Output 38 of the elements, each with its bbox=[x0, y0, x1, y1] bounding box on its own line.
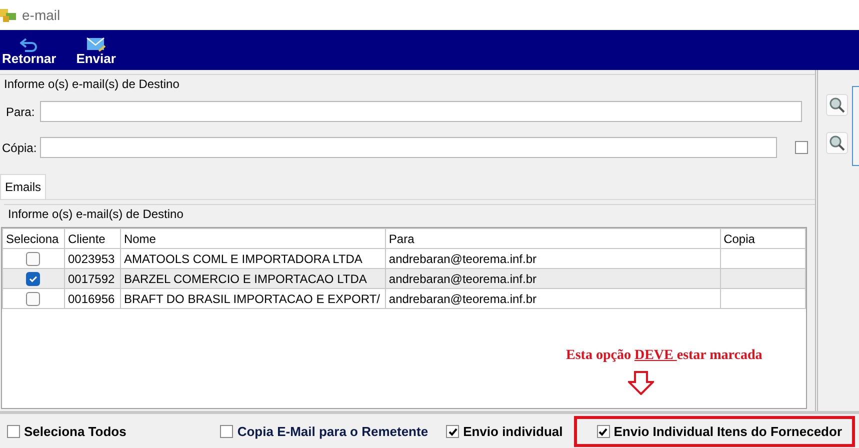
table-cell: BRAFT DO BRASIL IMPORTACAO E EXPORT/ bbox=[120, 288, 386, 308]
option-checkbox[interactable]: Copia E-Mail para o Remetente bbox=[213, 416, 436, 446]
column-header: Nome bbox=[120, 228, 386, 248]
search-button[interactable] bbox=[826, 94, 848, 116]
field-label: Cópia: bbox=[2, 140, 36, 156]
checkbox[interactable] bbox=[795, 141, 808, 154]
back-button[interactable]: Retornar bbox=[0, 36, 58, 66]
column-header: Cliente bbox=[64, 228, 120, 248]
back-arrow-icon bbox=[20, 38, 38, 52]
column-header: Seleciona bbox=[2, 228, 64, 248]
search-icon bbox=[829, 135, 845, 151]
send-button[interactable]: Enviar bbox=[74, 34, 118, 66]
search-icon bbox=[829, 97, 845, 113]
option-checkbox[interactable]: Seleciona Todos bbox=[0, 416, 134, 446]
down-arrow-icon bbox=[628, 371, 654, 395]
tab[interactable]: Emails bbox=[0, 174, 46, 199]
checkbox[interactable] bbox=[26, 272, 40, 286]
column-header: Copia bbox=[720, 228, 806, 248]
to-field[interactable] bbox=[40, 101, 802, 122]
field-label: Para: bbox=[6, 104, 36, 120]
checkbox[interactable] bbox=[26, 292, 40, 306]
annotation-text: Esta opção DEVE estar marcada bbox=[566, 347, 762, 365]
window-title: e-mail bbox=[22, 6, 60, 24]
table-cell: BARZEL COMERCIO E IMPORTACAO LTDA bbox=[120, 268, 386, 288]
checkbox[interactable] bbox=[26, 252, 40, 266]
table-cell: andrebaran@teorema.inf.br bbox=[385, 268, 720, 288]
check-icon bbox=[448, 426, 458, 436]
option-checkbox[interactable]: Envio individual bbox=[439, 416, 570, 446]
table-cell: 0016956 bbox=[64, 288, 120, 308]
envelope-icon bbox=[86, 36, 106, 52]
table-cell: 0017592 bbox=[64, 268, 120, 288]
column-header: Para bbox=[385, 228, 720, 248]
option-checkbox[interactable]: Envio Individual Itens do Fornecedor bbox=[574, 416, 855, 448]
cc-field[interactable] bbox=[40, 137, 777, 158]
check-icon bbox=[598, 426, 608, 436]
search-button[interactable] bbox=[826, 132, 848, 154]
table-cell: andrebaran@teorema.inf.br bbox=[385, 288, 720, 308]
app-icon bbox=[0, 7, 18, 23]
